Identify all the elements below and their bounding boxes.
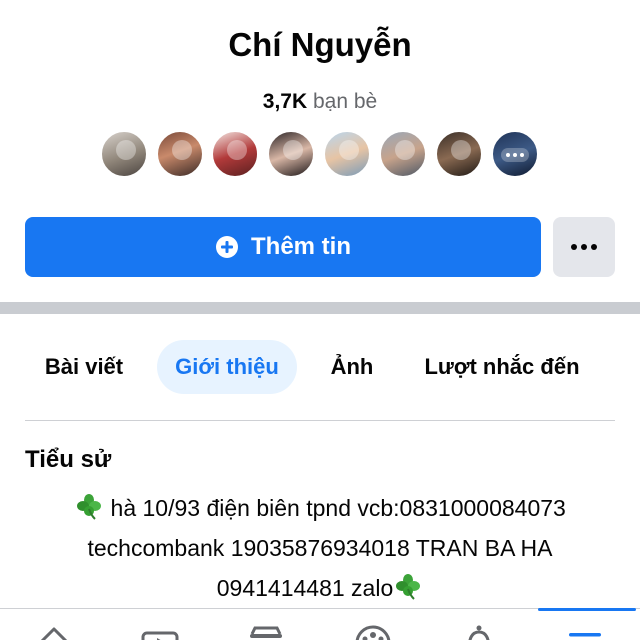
- friend-avatar[interactable]: [267, 130, 315, 178]
- friend-avatar[interactable]: [156, 130, 204, 178]
- tab-about[interactable]: Giới thiệu: [157, 340, 297, 394]
- profile-name: Chí Nguyễn: [228, 26, 412, 63]
- four-leaf-clover-icon: [77, 494, 102, 520]
- friends-count: 3,7K: [262, 90, 308, 113]
- friend-avatar[interactable]: [323, 130, 371, 178]
- home-icon[interactable]: [34, 623, 74, 640]
- friend-avatar[interactable]: [100, 130, 148, 178]
- bio-text: hà 10/93 điện biên tpnd vcb:083100008407…: [87, 495, 566, 601]
- bio-title: Tiểu sử: [25, 446, 112, 473]
- bio-block: hà 10/93 điện biên tpnd vcb:083100008407…: [25, 488, 615, 608]
- marketplace-icon[interactable]: [246, 623, 286, 640]
- ellipsis-icon: [571, 244, 597, 250]
- more-friends-avatar[interactable]: [491, 130, 539, 178]
- add-story-button[interactable]: Thêm tin: [25, 217, 541, 277]
- menu-icon[interactable]: [565, 623, 605, 640]
- tab-posts[interactable]: Bài viết: [25, 340, 143, 394]
- friend-avatar[interactable]: [435, 130, 483, 178]
- more-icon: [501, 148, 529, 162]
- tab-photos[interactable]: Ảnh: [313, 340, 391, 394]
- notifications-icon[interactable]: [459, 623, 499, 640]
- more-options-button[interactable]: [553, 217, 615, 277]
- bottom-nav: [0, 608, 640, 640]
- four-leaf-clover-icon: [396, 574, 421, 600]
- add-story-label: Thêm tin: [251, 233, 351, 260]
- groups-icon[interactable]: [353, 623, 393, 640]
- friend-avatar[interactable]: [211, 130, 259, 178]
- video-icon[interactable]: [140, 623, 180, 640]
- friends-label: bạn bè: [312, 90, 378, 113]
- friend-avatar[interactable]: [379, 130, 427, 178]
- plus-circle-icon: [216, 236, 238, 258]
- friend-avatars: [100, 130, 540, 178]
- nav-active-indicator: [538, 608, 636, 611]
- tabs-divider: [25, 420, 615, 421]
- section-divider: [0, 302, 640, 314]
- tab-mentions[interactable]: Lượt nhắc đến: [407, 340, 597, 394]
- friends-summary[interactable]: 3,7K bạn bè: [0, 90, 640, 114]
